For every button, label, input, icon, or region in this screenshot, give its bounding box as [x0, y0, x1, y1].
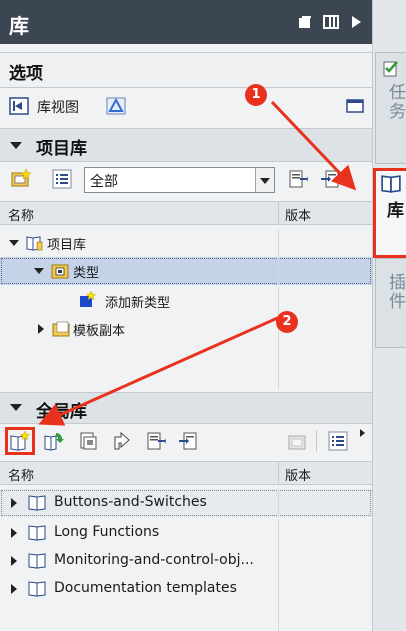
- options-toolbar: 库视图: [0, 88, 372, 124]
- tree-label: 模板副本: [73, 324, 126, 339]
- expand-chevron-icon[interactable]: [11, 556, 17, 566]
- tab-libraries-label: 库: [383, 201, 403, 220]
- disabled-add-icon: [288, 435, 306, 450]
- library-filter-select[interactable]: 全部: [84, 167, 275, 193]
- expand-chevron-icon[interactable]: [34, 268, 44, 274]
- columns-icon[interactable]: [322, 13, 340, 31]
- create-new-library-icon[interactable]: [10, 431, 30, 451]
- save-library-icon[interactable]: [78, 431, 98, 451]
- open-library-icon[interactable]: [44, 431, 64, 451]
- column-name-header[interactable]: 名称: [8, 465, 34, 484]
- global-library-toolbar: [0, 424, 372, 458]
- tree-row-types[interactable]: 类型: [0, 257, 372, 285]
- tab-addins[interactable]: 插件: [375, 258, 406, 348]
- global-library-title: 全局库: [36, 402, 87, 422]
- expand-chevron-icon[interactable]: [11, 528, 17, 538]
- library-name: Long Functions: [54, 524, 160, 540]
- collapse-chevron-icon[interactable]: [10, 142, 22, 149]
- tree-row-project-library[interactable]: 项目库: [0, 229, 372, 257]
- tree-label: 项目库: [47, 238, 87, 253]
- step-badge-1: 1: [245, 84, 267, 106]
- folder-icon: [52, 321, 70, 337]
- library-book-icon: [28, 553, 46, 569]
- global-library-section-header[interactable]: 全局库: [0, 392, 372, 424]
- tab-addins-label: 插件: [385, 273, 405, 311]
- library-name: Documentation templates: [54, 580, 237, 596]
- list-view-icon[interactable]: [328, 431, 348, 451]
- task-card-tabs: 任务 库 插件: [372, 0, 406, 631]
- expand-chevron-icon[interactable]: [11, 584, 17, 594]
- open-folder-star-icon[interactable]: [11, 168, 31, 188]
- libraries-panel: 库 选项 库视图 项目库 全部 名称 版本 项目库 类型 添加新类型 模板副本 …: [0, 0, 372, 631]
- column-name-header[interactable]: 名称: [8, 205, 34, 224]
- add-new-type-icon: [80, 291, 96, 307]
- play-right-icon[interactable]: [347, 13, 365, 31]
- global-library-item[interactable]: Buttons-and-Switches: [0, 489, 372, 517]
- step-badge-2: 2: [276, 311, 298, 333]
- export-icon[interactable]: [146, 431, 166, 451]
- global-library-item[interactable]: Documentation templates: [0, 575, 372, 603]
- float-icon[interactable]: [296, 13, 314, 31]
- options-title: 选项: [9, 64, 43, 84]
- options-section-header: 选项: [0, 52, 372, 88]
- library-book-icon: [28, 525, 46, 541]
- dropdown-button[interactable]: [255, 168, 274, 192]
- tab-tasks[interactable]: 任务: [375, 52, 406, 164]
- list-view-icon[interactable]: [52, 169, 72, 189]
- tree-row-master-copies[interactable]: 模板副本: [0, 315, 372, 343]
- library-name: Buttons-and-Switches: [54, 494, 207, 510]
- expand-chevron-icon[interactable]: [9, 240, 19, 246]
- global-library-item[interactable]: Monitoring-and-control-obj...: [0, 547, 372, 575]
- types-folder-icon: [51, 264, 69, 279]
- tasks-check-icon: [383, 61, 398, 77]
- column-version-header[interactable]: 版本: [285, 465, 311, 484]
- library-view-icon[interactable]: [9, 96, 29, 116]
- update-library-icon[interactable]: [111, 431, 131, 451]
- tree-label: 添加新类型: [105, 296, 171, 311]
- library-book-icon: [381, 175, 401, 193]
- panel-layout-icon[interactable]: [345, 96, 365, 116]
- collapse-chevron-icon[interactable]: [10, 404, 22, 411]
- project-library-title: 项目库: [36, 139, 87, 159]
- chevron-down-icon: [260, 178, 270, 184]
- expand-chevron-icon[interactable]: [38, 324, 44, 334]
- tab-tasks-label: 任务: [385, 83, 405, 121]
- global-library-item[interactable]: Long Functions: [0, 519, 372, 547]
- export-icon[interactable]: [288, 169, 308, 189]
- global-library-column-header: 名称 版本: [0, 461, 372, 485]
- library-filter-value: 全部: [90, 174, 118, 190]
- panel-title: 库: [9, 14, 29, 38]
- column-version-header[interactable]: 版本: [285, 205, 311, 224]
- panel-header: 库: [0, 0, 372, 44]
- library-book-icon: [28, 495, 46, 511]
- library-view-label[interactable]: 库视图: [37, 97, 79, 117]
- expand-chevron-icon[interactable]: [11, 498, 17, 508]
- tab-libraries[interactable]: 库: [373, 168, 406, 258]
- tree-row-add-new-type[interactable]: 添加新类型: [0, 287, 372, 315]
- tree-label: 类型: [73, 266, 100, 281]
- library-network-icon[interactable]: [106, 96, 126, 116]
- more-tools-icon[interactable]: [360, 429, 365, 437]
- library-name: Monitoring-and-control-obj...: [54, 552, 254, 568]
- project-library-icon: [26, 236, 43, 251]
- library-book-icon: [28, 581, 46, 597]
- import-icon[interactable]: [178, 431, 198, 451]
- import-icon[interactable]: [320, 169, 340, 189]
- project-library-column-header: 名称 版本: [0, 201, 372, 225]
- project-library-section-header[interactable]: 项目库: [0, 128, 372, 162]
